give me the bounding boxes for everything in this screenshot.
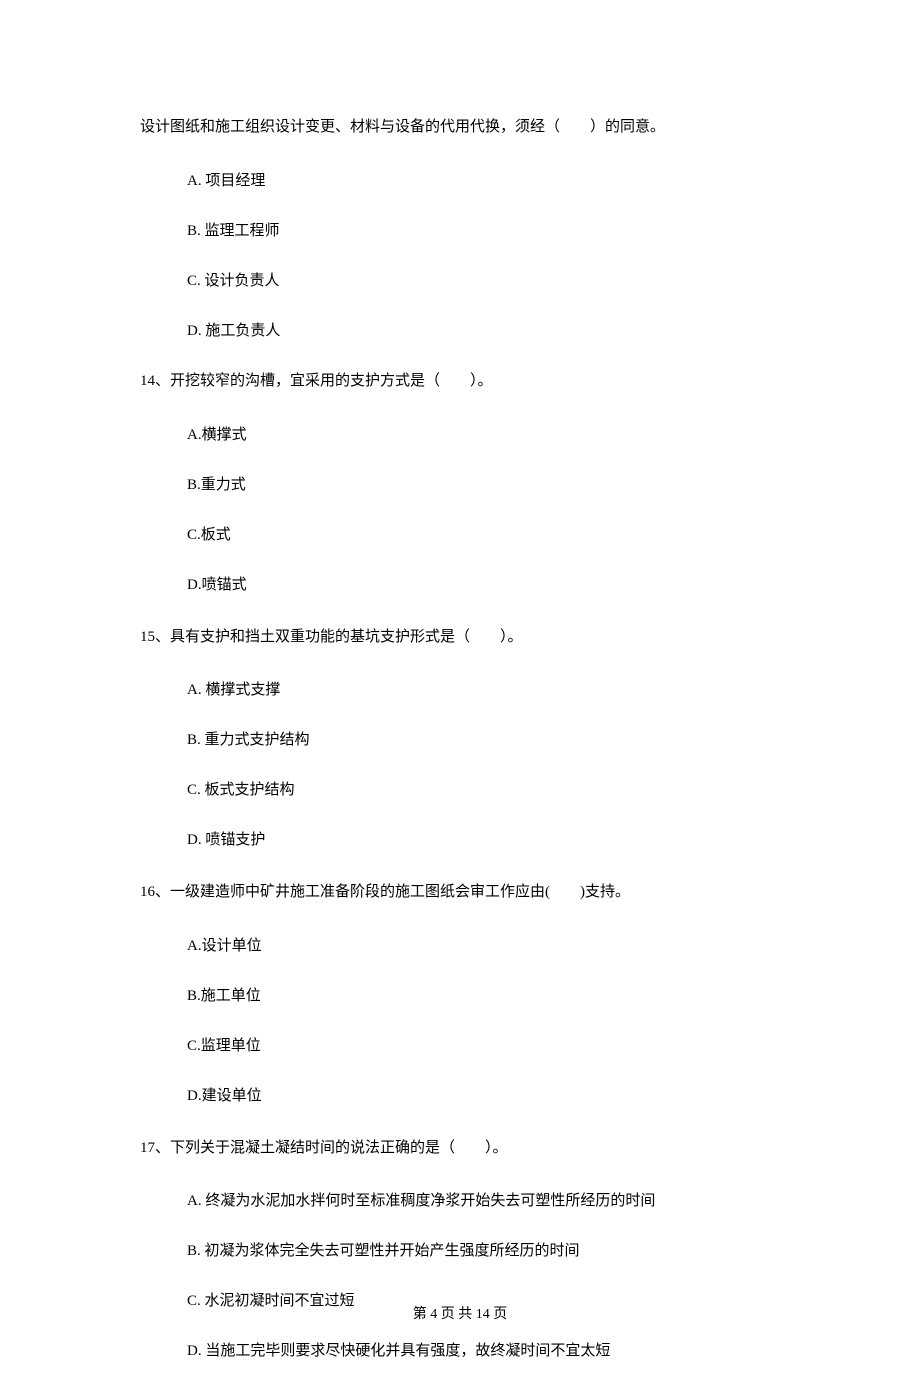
q16-option-d: D.建设单位	[187, 1084, 820, 1108]
q15-option-a: A. 横撑式支撑	[187, 678, 820, 702]
q16-option-c: C.监理单位	[187, 1034, 820, 1058]
q17-option-d: D. 当施工完毕则要求尽快硬化并具有强度，故终凝时间不宜太短	[187, 1339, 820, 1363]
q16-option-a: A.设计单位	[187, 934, 820, 958]
q16-option-b: B.施工单位	[187, 984, 820, 1008]
question-17: 17、下列关于混凝土凝结时间的说法正确的是（ ）。 A. 终凝为水泥加水拌何时至…	[140, 1136, 820, 1364]
page-footer: 第 4 页 共 14 页	[0, 1303, 920, 1323]
q14-option-b: B.重力式	[187, 473, 820, 497]
q15-stem: 15、具有支护和挡土双重功能的基坑支护形式是（ ）。	[140, 625, 820, 651]
q14-option-d: D.喷锚式	[187, 573, 820, 597]
q14-stem: 14、开挖较窄的沟槽，宜采用的支护方式是（ ）。	[140, 369, 820, 395]
q13-option-a: A. 项目经理	[187, 169, 820, 193]
q17-stem: 17、下列关于混凝土凝结时间的说法正确的是（ ）。	[140, 1136, 820, 1162]
question-14: 14、开挖较窄的沟槽，宜采用的支护方式是（ ）。 A.横撑式 B.重力式 C.板…	[140, 369, 820, 597]
question-15: 15、具有支护和挡土双重功能的基坑支护形式是（ ）。 A. 横撑式支撑 B. 重…	[140, 625, 820, 853]
q13-option-c: C. 设计负责人	[187, 269, 820, 293]
q13-option-b: B. 监理工程师	[187, 219, 820, 243]
q15-option-c: C. 板式支护结构	[187, 778, 820, 802]
q15-option-b: B. 重力式支护结构	[187, 728, 820, 752]
q13-option-d: D. 施工负责人	[187, 319, 820, 343]
q16-stem: 16、一级建造师中矿井施工准备阶段的施工图纸会审工作应由( )支持。	[140, 880, 820, 906]
q15-option-d: D. 喷锚支护	[187, 828, 820, 852]
q17-option-a: A. 终凝为水泥加水拌何时至标准稠度净浆开始失去可塑性所经历的时间	[187, 1189, 820, 1213]
question-16: 16、一级建造师中矿井施工准备阶段的施工图纸会审工作应由( )支持。 A.设计单…	[140, 880, 820, 1108]
q17-option-b: B. 初凝为浆体完全失去可塑性并开始产生强度所经历的时间	[187, 1239, 820, 1263]
q14-option-a: A.横撑式	[187, 423, 820, 447]
continuation-question-stem: 设计图纸和施工组织设计变更、材料与设备的代用代换，须经（ ）的同意。	[140, 115, 820, 139]
q14-option-c: C.板式	[187, 523, 820, 547]
